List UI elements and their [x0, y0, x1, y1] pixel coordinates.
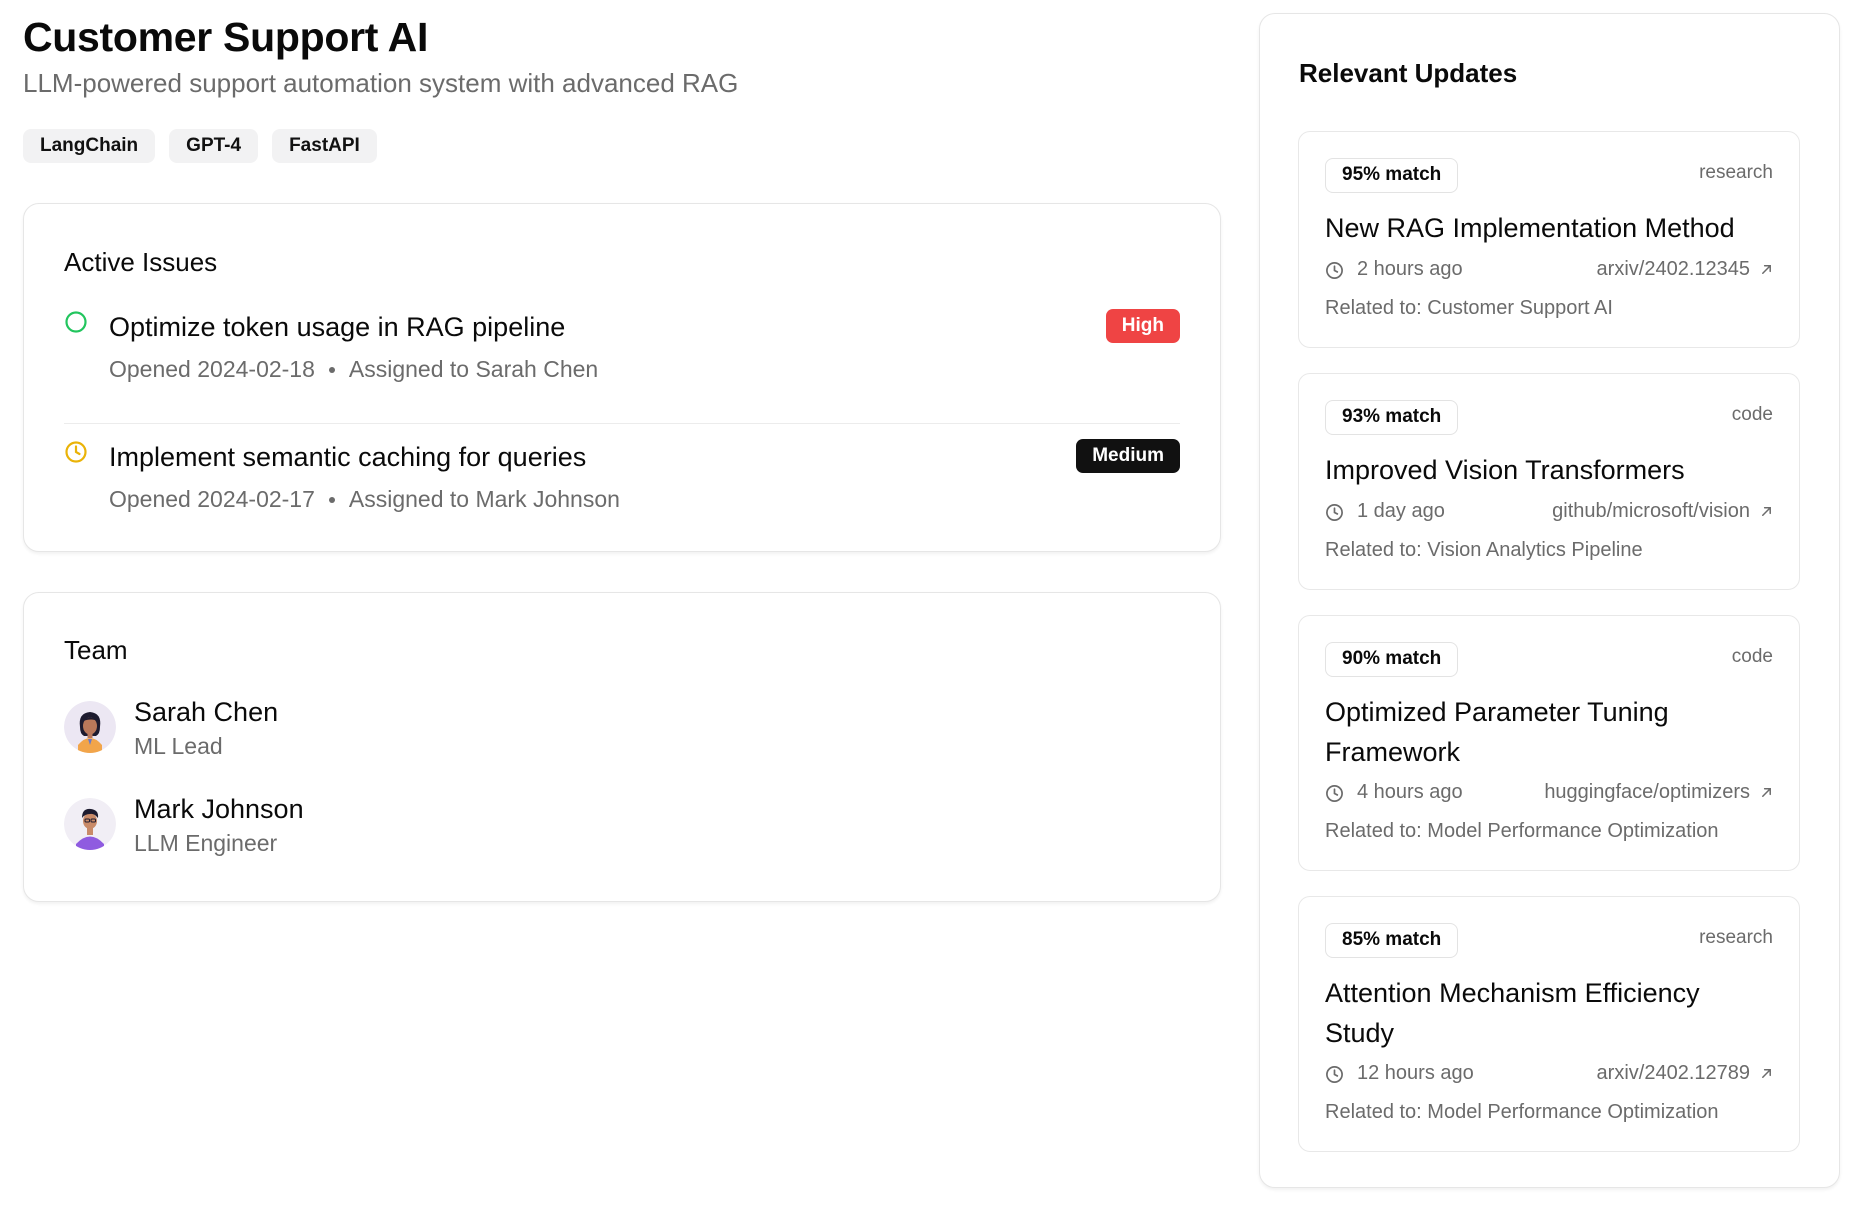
issue-assignee: Assigned to Mark Johnson [348, 486, 620, 512]
update-meta: 12 hours ago arxiv/2402.12789 [1325, 1060, 1773, 1088]
clock-icon [1326, 504, 1343, 521]
update-related: Related to: Customer Support AI [1325, 297, 1613, 319]
issue-opened-date: Opened 2024-02-17 [109, 486, 315, 512]
member-name: Mark Johnson [134, 794, 304, 824]
update-source-label: github/microsoft/vision [1552, 500, 1750, 522]
active-issues-heading: Active Issues [64, 247, 218, 277]
tech-tags: LangChain GPT-4 FastAPI [23, 129, 377, 163]
external-link-icon [1762, 1069, 1771, 1078]
update-card[interactable]: 85% match research Attention Mechanism E… [1298, 896, 1800, 1152]
update-time: 2 hours ago [1357, 258, 1463, 280]
open-circle-icon [65, 311, 87, 333]
update-card[interactable]: 90% match code Optimized Parameter Tunin… [1298, 615, 1800, 871]
external-link-icon [1762, 788, 1771, 797]
update-meta: 1 day ago github/microsoft/vision [1325, 498, 1773, 526]
team-card: Team Sarah Chen ML Lead Mark Johnson LLM… [23, 592, 1221, 902]
tag-fastapi: FastAPI [272, 129, 377, 163]
update-title: Improved Vision Transformers [1325, 455, 1685, 485]
update-title: New RAG Implementation Method [1325, 213, 1735, 243]
issue-title: Optimize token usage in RAG pipeline [109, 312, 566, 342]
issue-meta: Opened 2024-02-17 Assigned to Mark Johns… [109, 486, 620, 513]
tag-langchain: LangChain [23, 129, 156, 163]
update-source-link[interactable]: github/microsoft/vision [1552, 500, 1773, 523]
issue-meta: Opened 2024-02-18 Assigned to Sarah Chen [109, 356, 598, 383]
active-issues-card: Active Issues Optimize token usage in RA… [23, 203, 1221, 552]
match-badge: 95% match [1325, 158, 1459, 193]
update-time: 12 hours ago [1357, 1062, 1474, 1084]
clock-icon [1326, 1066, 1343, 1083]
update-source-link[interactable]: arxiv/2402.12789 [1597, 1062, 1773, 1085]
issue-item[interactable]: Optimize token usage in RAG pipeline Ope… [64, 304, 1180, 424]
issue-opened-date: Opened 2024-02-18 [109, 356, 315, 382]
update-related: Related to: Model Performance Optimizati… [1325, 820, 1719, 842]
external-link-icon [1762, 507, 1771, 516]
page-title: Customer Support AI [23, 14, 429, 60]
update-source-link[interactable]: arxiv/2402.12345 [1597, 258, 1773, 281]
match-badge: 90% match [1325, 642, 1459, 677]
match-badge: 85% match [1325, 923, 1459, 958]
page-subtitle: LLM-powered support automation system wi… [23, 68, 739, 98]
match-badge: 93% match [1325, 400, 1459, 435]
update-related: Related to: Vision Analytics Pipeline [1325, 539, 1643, 561]
update-source-label: arxiv/2402.12789 [1596, 1062, 1750, 1084]
avatar [64, 798, 116, 850]
update-source-label: arxiv/2402.12345 [1596, 258, 1750, 280]
clock-icon [65, 441, 87, 463]
update-type: research [1699, 927, 1773, 948]
update-card[interactable]: 93% match code Improved Vision Transform… [1298, 373, 1800, 590]
update-source-label: huggingface/optimizers [1544, 781, 1750, 803]
update-time: 4 hours ago [1357, 781, 1463, 803]
priority-badge: High [1105, 309, 1180, 343]
member-role: LLM Engineer [134, 830, 278, 856]
update-meta: 4 hours ago huggingface/optimizers [1325, 779, 1773, 807]
external-link-icon [1762, 265, 1771, 274]
update-time: 1 day ago [1357, 500, 1445, 522]
separator-dot [328, 366, 335, 373]
issue-title: Implement semantic caching for queries [109, 442, 587, 472]
issue-item[interactable]: Implement semantic caching for queries O… [64, 434, 1180, 554]
update-type: research [1699, 162, 1773, 183]
clock-icon [1326, 262, 1343, 279]
update-card[interactable]: 95% match research New RAG Implementatio… [1298, 131, 1800, 348]
update-related: Related to: Model Performance Optimizati… [1325, 1101, 1719, 1123]
relevant-updates-heading: Relevant Updates [1299, 58, 1518, 88]
update-title: Attention Mechanism Efficiency Study [1325, 978, 1700, 1048]
update-type: code [1731, 646, 1773, 667]
tag-gpt4: GPT-4 [169, 129, 259, 163]
clock-icon [1326, 785, 1343, 802]
issue-assignee: Assigned to Sarah Chen [348, 356, 599, 382]
update-type: code [1731, 404, 1773, 425]
member-role: ML Lead [134, 733, 223, 759]
separator-dot [328, 496, 335, 503]
update-meta: 2 hours ago arxiv/2402.12345 [1325, 256, 1773, 284]
member-name: Sarah Chen [134, 697, 279, 727]
priority-badge: Medium [1076, 439, 1180, 473]
update-title: Optimized Parameter Tuning Framework [1325, 697, 1669, 767]
relevant-updates-panel: Relevant Updates 95% match research New … [1259, 13, 1840, 1188]
update-source-link[interactable]: huggingface/optimizers [1544, 781, 1773, 804]
avatar [64, 701, 116, 753]
team-heading: Team [64, 635, 128, 665]
